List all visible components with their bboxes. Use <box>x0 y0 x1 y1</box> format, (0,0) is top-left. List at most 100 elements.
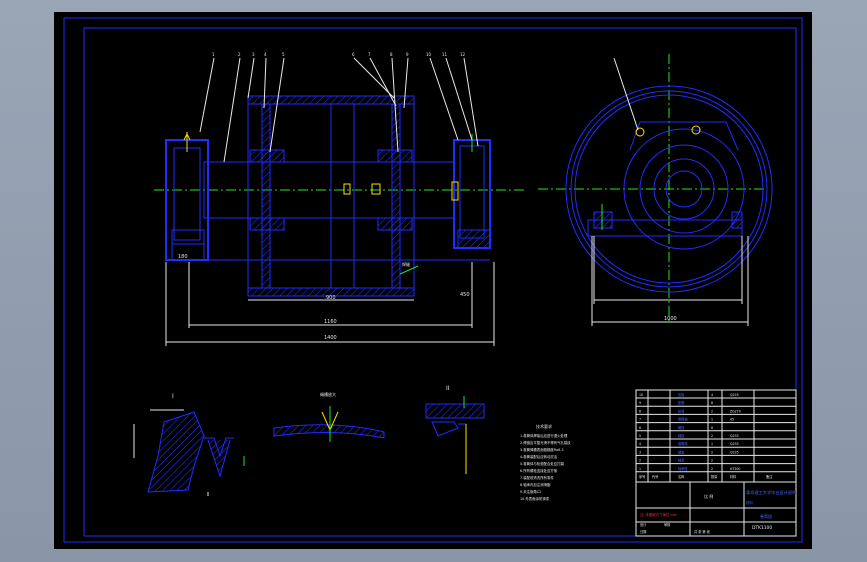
right-hub-bottom <box>377 217 413 231</box>
parts-cell: 垫圈 <box>678 400 684 405</box>
left-hub-top <box>249 149 285 163</box>
weld-symbol-text: 焊缝 <box>402 261 410 267</box>
parts-cell: 压板 <box>678 392 685 397</box>
parts-cell: 8 <box>711 426 713 430</box>
tech-requirements: 技术要求 1.卷筒体焊接后应进行退火处理 2.焊缝应平整光滑不得有气孔裂纹 3.… <box>520 423 571 501</box>
detail-1-label: I <box>172 393 174 400</box>
detail-3-label: II <box>446 385 450 392</box>
parts-cell: 2 <box>711 409 713 413</box>
bearing-cap <box>629 121 739 151</box>
parts-cell: 8 <box>639 409 641 413</box>
parts-header: 序号 代号 名称 数量 材料 备注 <box>639 474 773 479</box>
drawing-sheet: 1400 1160 900 450 180 1 2 3 4 5 6 7 8 9 … <box>54 12 812 549</box>
cad-viewport: 1400 1160 900 450 180 1 2 3 4 5 6 7 8 9 … <box>0 0 867 562</box>
parts-cell: 45 <box>730 418 734 422</box>
callout-8: 8 <box>390 52 393 57</box>
project-label: 卷筒组 <box>760 513 772 519</box>
dim-inner-text: 1160 <box>324 319 337 325</box>
side-bolt-left <box>593 211 613 229</box>
tech-req-8: 8.轴承内加注润滑脂 <box>520 482 551 487</box>
detail-1: I <box>133 393 245 496</box>
tech-req-1: 1.卷筒体焊接后应进行退火处理 <box>520 433 568 438</box>
tech-req-7: 7.装配前清洗所有零件 <box>520 475 554 480</box>
parts-cell: 5 <box>639 434 641 438</box>
callout-4: 4 <box>264 52 267 57</box>
callout-12: 12 <box>460 52 466 57</box>
callout-1: 1 <box>212 52 215 57</box>
parts-cell: 轮毂 <box>678 408 685 413</box>
parts-cell: ZG270 <box>730 409 741 413</box>
tech-req-5: 5.卷筒体与轮毂配合处应打磨 <box>520 461 565 466</box>
title-line: 青岛理工大学毕业设计说明 <box>746 489 796 496</box>
parts-cell: 6 <box>639 426 641 430</box>
parts-cell: 8 <box>711 401 713 405</box>
callout-7: 7 <box>368 52 371 57</box>
detail-2-label: 绳槽放大 <box>320 391 336 397</box>
parts-cell: 1 <box>639 467 641 471</box>
header-remark: 备注 <box>766 474 773 479</box>
header-code: 代号 <box>652 474 658 479</box>
parts-cell: 卷筒体 <box>678 441 688 446</box>
right-bearing-base <box>457 229 491 249</box>
tech-req-2: 2.焊缝应平整光滑不得有气孔裂纹 <box>520 440 571 445</box>
detail-1-section <box>147 411 205 493</box>
header-qty: 数量 <box>711 474 718 479</box>
parts-cell: 轴承座 <box>678 466 688 471</box>
callout-9: 9 <box>406 52 409 57</box>
drum-top-wall <box>247 95 415 105</box>
tech-req-4: 4.卷筒装配后应转动灵活 <box>520 454 558 459</box>
dim-drum-text: 900 <box>326 295 336 301</box>
left-hub-bottom <box>249 217 285 231</box>
left-bearing-base <box>171 229 205 245</box>
red-note: 注: 本图纸尺寸单位 mm <box>640 512 678 517</box>
callout-11: 11 <box>442 52 448 57</box>
parts-cell: 轴承 <box>678 458 685 463</box>
cap-bolt-left <box>635 127 645 137</box>
parts-list: 1 轴承座 2 HT200 2 轴承 2 3 端盖 2 Q235 4 卷筒体 1 Q235 5 辐板 2 Q235 6… <box>635 389 797 537</box>
callout-numbers: 1 2 3 4 5 6 7 8 9 10 11 12 <box>212 52 466 57</box>
drawing-canvas: 1400 1160 900 450 180 1 2 3 4 5 6 7 8 9 … <box>63 17 803 543</box>
detail-1-wedge <box>207 439 231 478</box>
parts-cell: 卷筒轴 <box>678 417 688 422</box>
callout-10: 10 <box>426 52 432 57</box>
tech-req-3: 3.卷筒绳槽表面粗糙度Ra6.3 <box>520 447 564 452</box>
parts-cell: 2 <box>711 467 713 471</box>
center-marker <box>343 183 351 195</box>
header-no: 序号 <box>639 474 645 479</box>
tech-req-10: 10.外表面涂防锈漆 <box>520 496 550 501</box>
parts-cell: Q235 <box>730 450 739 454</box>
parts-cell: 螺栓 <box>678 425 685 430</box>
parts-cell: 端盖 <box>678 449 685 454</box>
callout-3: 3 <box>252 52 255 57</box>
callout-5: 5 <box>282 52 285 57</box>
parts-rows: 1 轴承座 2 HT200 2 轴承 2 3 端盖 2 Q235 4 卷筒体 1 Q235 5 辐板 2 Q235 6… <box>636 392 796 473</box>
date-label: 日期 <box>640 529 646 534</box>
parts-cell: 辐板 <box>678 433 685 438</box>
parts-cell: 2 <box>711 434 713 438</box>
left-bearing-foot <box>171 243 205 261</box>
parts-cell: 1 <box>711 442 713 446</box>
side-dim-width-text: 1000 <box>664 316 677 322</box>
header-name: 名称 <box>678 474 685 479</box>
checker-label: 审核 <box>664 522 671 527</box>
scale-label: 比 例 <box>704 493 713 499</box>
parts-cell: 3 <box>639 450 641 454</box>
dim-overall-text: 1400 <box>324 335 337 341</box>
designer-label: 设计 <box>640 522 647 527</box>
dim-bearing-text: 180 <box>178 254 188 260</box>
parts-cell: 7 <box>639 418 641 422</box>
parts-cell: HT200 <box>730 467 740 471</box>
detail-2: 绳槽放大 <box>273 391 385 442</box>
header-material: 材料 <box>730 474 737 479</box>
sheet-label: 共 张 第 张 <box>694 529 711 534</box>
parts-cell: Q235 <box>730 393 739 397</box>
parts-cell: 10 <box>639 393 643 397</box>
parts-cell: 2 <box>711 459 713 463</box>
parts-cell: 9 <box>639 401 641 405</box>
side-bolt-right <box>731 211 743 229</box>
parts-cell: 1 <box>711 418 713 422</box>
side-view: 1000 <box>538 54 773 326</box>
material-label: 材料 <box>746 500 753 505</box>
tech-requirements-title: 技术要求 <box>536 423 552 429</box>
detail-3-flange <box>458 423 467 474</box>
